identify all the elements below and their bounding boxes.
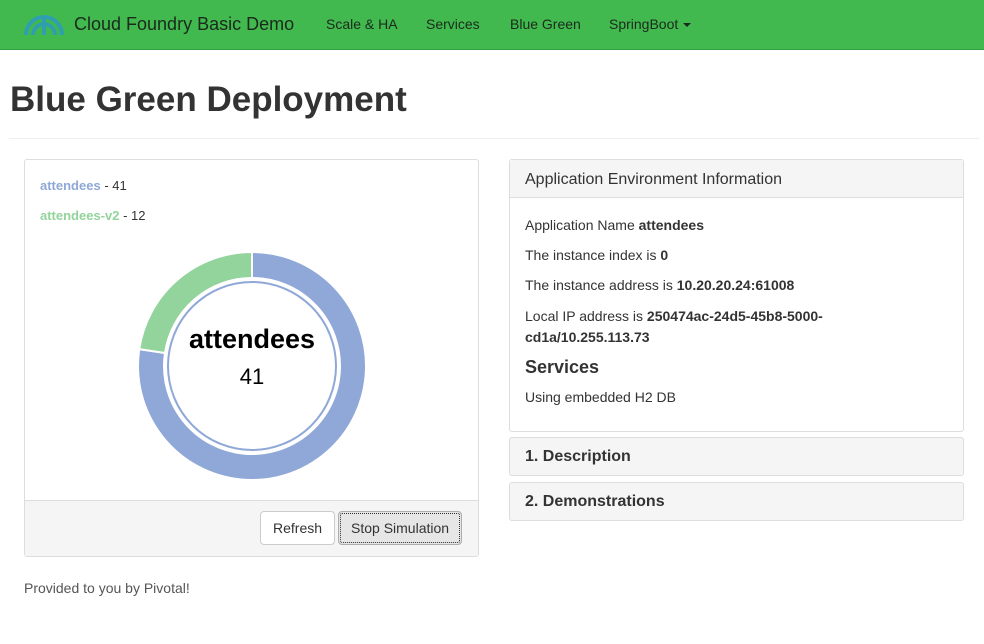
instance-index-row: The instance index is 0 xyxy=(525,247,668,263)
environment-info-panel: Application Environment Information Appl… xyxy=(509,159,964,432)
page-title: Blue Green Deployment xyxy=(10,80,407,119)
nav-dropdown-springboot[interactable]: SpringBoot xyxy=(609,16,692,32)
description-panel-toggle[interactable]: 1. Description xyxy=(509,437,964,476)
nav-link-blue-green[interactable]: Blue Green xyxy=(510,16,581,32)
instance-index-value: 0 xyxy=(660,247,669,263)
donut-center-value: 41 xyxy=(239,364,265,389)
nav-link-services[interactable]: Services xyxy=(426,16,480,32)
environment-panel-title: Application Environment Information xyxy=(525,171,783,188)
instance-address-label: The instance address is xyxy=(525,277,673,293)
nav-dropdown-springboot-label: SpringBoot xyxy=(609,16,679,32)
description-panel-title[interactable]: 1. Description xyxy=(525,448,631,466)
nav-link-scale-ha[interactable]: Scale & HA xyxy=(326,16,398,32)
cloud-foundry-logo-icon[interactable] xyxy=(22,5,66,37)
caret-down-icon xyxy=(683,23,692,28)
local-ip-value-part1: 250474ac-24d5-45b8-5000- xyxy=(646,308,823,324)
local-ip-value-part2: cd1a/10.255.113.73 xyxy=(525,329,650,345)
demonstrations-panel-toggle[interactable]: 2. Demonstrations xyxy=(509,482,964,521)
services-heading: Services xyxy=(525,357,600,377)
application-name-value: attendees xyxy=(638,217,704,233)
demonstrations-panel-title[interactable]: 2. Demonstrations xyxy=(525,493,665,511)
refresh-button[interactable]: Refresh xyxy=(260,511,336,545)
instance-address-row: The instance address is 10.20.20.24:6100… xyxy=(525,277,794,293)
environment-panel-heading: Application Environment Information xyxy=(510,160,963,198)
navbar: Cloud Foundry Basic Demo Scale & HA Serv… xyxy=(0,0,984,50)
local-ip-row: Local IP address is 250474ac-24d5-45b8-5… xyxy=(525,308,823,324)
chart-panel-footer: Refresh Stop Simulation xyxy=(25,500,478,556)
chart-panel: attendees - 41 attendees-v2 - 12 attende… xyxy=(24,159,479,557)
instance-address-value: 10.20.20.24:61008 xyxy=(676,277,795,293)
local-ip-label: Local IP address is xyxy=(525,308,644,324)
services-text: Using embedded H2 DB xyxy=(525,389,676,405)
footer-text: Provided to you by Pivotal! xyxy=(24,580,190,596)
application-name-row: Application Name attendees xyxy=(525,217,704,233)
stop-simulation-button[interactable]: Stop Simulation xyxy=(338,511,463,545)
title-divider xyxy=(9,138,979,139)
application-name-label: Application Name xyxy=(525,217,635,233)
brand-title[interactable]: Cloud Foundry Basic Demo xyxy=(74,14,294,35)
donut-center-label: attendees xyxy=(188,324,316,354)
instance-index-label: The instance index is xyxy=(525,247,657,263)
local-ip-row-continued: cd1a/10.255.113.73 xyxy=(525,329,650,345)
